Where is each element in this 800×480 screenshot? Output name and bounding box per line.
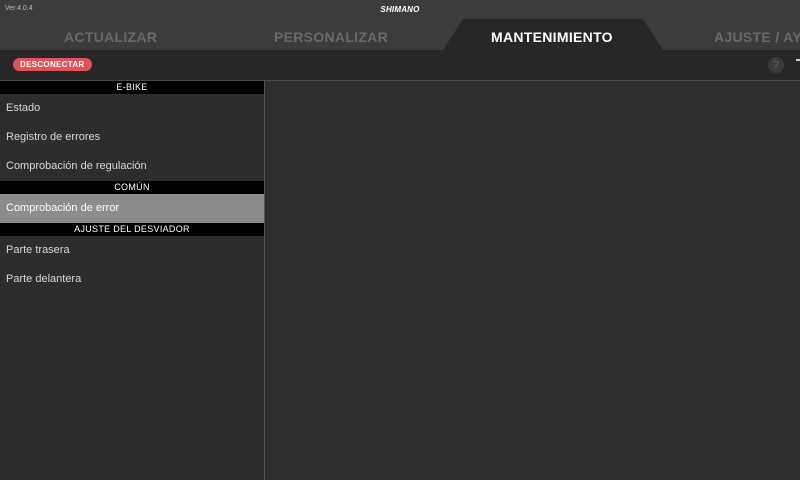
- top-navigation-bar: Ver.4.0.4 SHIMANO ACTUALIZAR PERSONALIZA…: [0, 0, 800, 50]
- sidebar-item-parte-trasera[interactable]: Parte trasera: [0, 236, 264, 265]
- menu-icon[interactable]: [796, 59, 800, 61]
- sidebar-item-parte-delantera[interactable]: Parte delantera: [0, 265, 264, 294]
- sidebar-item-registro-de-errores[interactable]: Registro de errores: [0, 123, 264, 152]
- sidebar-item-comprobacion-de-regulacion[interactable]: Comprobación de regulación: [0, 152, 264, 181]
- sidebar-item-estado[interactable]: Estado: [0, 94, 264, 123]
- help-icon[interactable]: ?: [768, 57, 784, 73]
- tab-mantenimiento[interactable]: MANTENIMIENTO: [491, 29, 613, 45]
- main-content-panel: [265, 81, 800, 480]
- section-header-e-bike: E-BIKE: [0, 81, 264, 94]
- tab-ajuste[interactable]: AJUSTE / AY: [714, 29, 800, 45]
- maintenance-sidebar: E-BIKE Estado Registro de errores Compro…: [0, 81, 265, 480]
- toolbar: DESCONECTAR ?: [0, 50, 800, 81]
- tab-actualizar[interactable]: ACTUALIZAR: [64, 29, 157, 45]
- section-header-comun: COMÚN: [0, 181, 264, 194]
- brand-logo: SHIMANO: [380, 5, 420, 14]
- sidebar-item-comprobacion-de-error[interactable]: Comprobación de error: [0, 194, 264, 223]
- tab-personalizar[interactable]: PERSONALIZAR: [274, 29, 388, 45]
- disconnect-button[interactable]: DESCONECTAR: [13, 58, 92, 71]
- section-header-ajuste-del-desviador: AJUSTE DEL DESVIADOR: [0, 223, 264, 236]
